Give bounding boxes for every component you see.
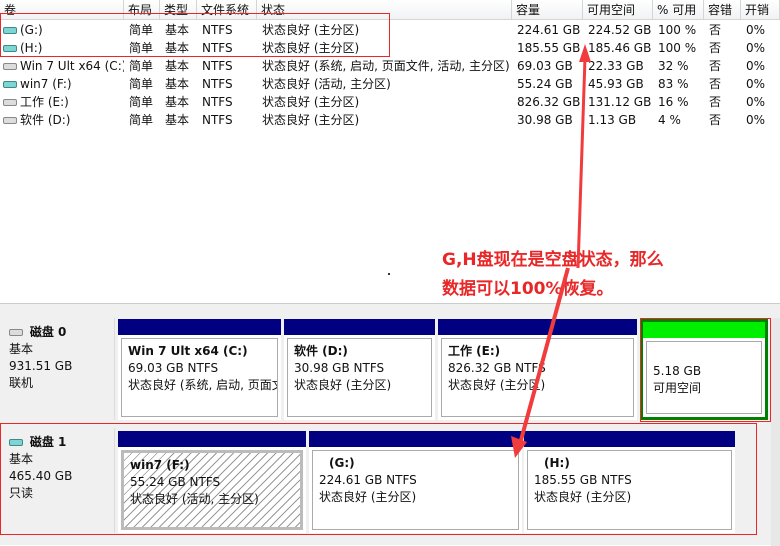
arrow-up-head xyxy=(579,44,591,62)
arrow-up xyxy=(576,57,587,269)
arrow-down-head xyxy=(511,436,527,458)
arrow-down xyxy=(519,267,570,441)
annotation-arrows xyxy=(511,44,591,458)
